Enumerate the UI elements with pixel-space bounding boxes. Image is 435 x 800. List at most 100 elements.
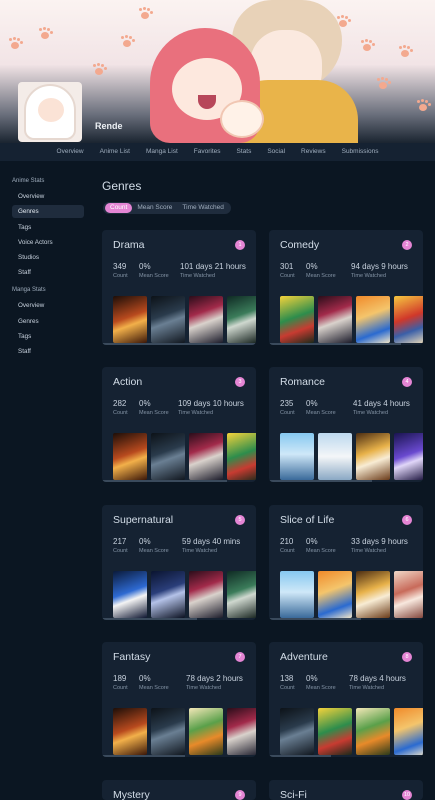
paw-icon (416, 100, 430, 112)
anime-cover[interactable] (189, 296, 223, 343)
anime-cover[interactable] (189, 433, 223, 480)
stats-sidebar: Anime Stats Overview Genres Tags Voice A… (12, 178, 84, 361)
anime-cover[interactable] (356, 708, 390, 755)
anime-cover[interactable] (318, 433, 352, 480)
nav-stats[interactable]: Stats (229, 143, 260, 161)
mean-score-value: 0% (306, 674, 318, 683)
count-label: Count (280, 273, 295, 279)
genre-card[interactable]: Romance 4 235 Count 0% Mean Score 41 days … (269, 367, 423, 482)
sort-mean-score-button[interactable]: Mean Score (132, 203, 177, 213)
paw-icon (398, 46, 412, 58)
genre-card[interactable]: Mystery 9 (102, 780, 256, 800)
sidebar-item-studios[interactable]: Studios (12, 251, 84, 264)
genre-card[interactable]: Comedy 2 301 Count 0% Mean Score 94 days 9… (269, 230, 423, 345)
nav-social[interactable]: Social (259, 143, 293, 161)
time-watched-label: Time Watched (353, 410, 389, 416)
nav-overview[interactable]: Overview (49, 143, 92, 161)
time-watched-label: Time Watched (182, 548, 218, 554)
paw-icon (92, 64, 106, 76)
rank-badge: 4 (402, 377, 412, 387)
sort-time-watched-button[interactable]: Time Watched (177, 203, 228, 213)
rank-badge: 1 (235, 240, 245, 250)
username[interactable]: Rende (95, 121, 123, 131)
mean-score-label: Mean Score (306, 685, 336, 691)
genre-card[interactable]: Slice of Life 6 210 Count 0% Mean Score 33… (269, 505, 423, 620)
genre-card[interactable]: Supernatural 5 217 Count 0% Mean Score 59 … (102, 505, 256, 620)
anime-cover[interactable] (189, 571, 223, 618)
anime-cover[interactable] (151, 433, 185, 480)
progress-bar (102, 755, 186, 757)
rank-badge: 10 (402, 790, 412, 800)
count-label: Count (113, 273, 128, 279)
time-watched-value: 78 days 4 hours (349, 674, 406, 683)
genre-name: Sci-Fi (280, 789, 307, 800)
genre-name: Adventure (280, 651, 328, 663)
anime-cover[interactable] (394, 571, 423, 618)
time-watched-value: 59 days 40 mins (182, 537, 241, 546)
anime-cover[interactable] (318, 296, 352, 343)
anime-cover[interactable] (356, 433, 390, 480)
genre-name: Slice of Life (280, 514, 335, 526)
anime-cover[interactable] (280, 708, 314, 755)
nav-favorites[interactable]: Favorites (186, 143, 229, 161)
rank-badge: 3 (235, 377, 245, 387)
anime-cover[interactable] (113, 433, 147, 480)
time-watched-value: 41 days 4 hours (353, 399, 410, 408)
anime-cover[interactable] (113, 708, 147, 755)
anime-cover[interactable] (394, 296, 423, 343)
count-label: Count (280, 410, 295, 416)
avatar[interactable] (18, 82, 82, 142)
anime-cover[interactable] (394, 433, 423, 480)
sidebar-item-anime-genres[interactable]: Genres (12, 205, 84, 219)
rank-badge: 7 (235, 652, 245, 662)
sidebar-item-anime-tags[interactable]: Tags (12, 221, 84, 234)
paw-icon (138, 8, 152, 20)
nav-manga-list[interactable]: Manga List (138, 143, 186, 161)
sidebar-item-anime-staff[interactable]: Staff (12, 266, 84, 279)
anime-cover[interactable] (227, 296, 256, 343)
anime-cover[interactable] (318, 571, 352, 618)
anime-cover[interactable] (113, 571, 147, 618)
anime-cover[interactable] (356, 571, 390, 618)
anime-cover[interactable] (151, 296, 185, 343)
count-value: 217 (113, 537, 127, 546)
count-value: 189 (113, 674, 127, 683)
sidebar-item-manga-genres[interactable]: Genres (12, 315, 84, 328)
genre-card[interactable]: Action 3 282 Count 0% Mean Score 109 days … (102, 367, 256, 482)
anime-cover[interactable] (280, 296, 314, 343)
time-watched-value: 94 days 9 hours (351, 262, 408, 271)
anime-cover[interactable] (280, 571, 314, 618)
profile-banner: Rende (0, 0, 435, 143)
time-watched-value: 109 days 10 hours (178, 399, 244, 408)
anime-cover[interactable] (227, 571, 256, 618)
sidebar-item-anime-overview[interactable]: Overview (12, 190, 84, 203)
nav-submissions[interactable]: Submissions (334, 143, 387, 161)
anime-cover[interactable] (227, 433, 256, 480)
anime-cover[interactable] (280, 433, 314, 480)
nav-reviews[interactable]: Reviews (293, 143, 334, 161)
genre-card[interactable]: Sci-Fi 10 (269, 780, 423, 800)
anime-cover[interactable] (189, 708, 223, 755)
anime-cover[interactable] (227, 708, 256, 755)
genre-card[interactable]: Adventure 8 138 Count 0% Mean Score 78 day… (269, 642, 423, 757)
sidebar-item-manga-overview[interactable]: Overview (12, 299, 84, 312)
sidebar-item-voice-actors[interactable]: Voice Actors (12, 236, 84, 249)
anime-cover[interactable] (394, 708, 423, 755)
genre-card[interactable]: Fantasy 7 189 Count 0% Mean Score 78 days … (102, 642, 256, 757)
time-watched-label: Time Watched (178, 410, 214, 416)
mean-score-label: Mean Score (306, 548, 336, 554)
mean-score-value: 0% (306, 262, 318, 271)
anime-cover[interactable] (318, 708, 352, 755)
mean-score-value: 0% (139, 537, 151, 546)
time-watched-value: 78 days 2 hours (186, 674, 243, 683)
anime-cover[interactable] (113, 296, 147, 343)
anime-cover[interactable] (151, 708, 185, 755)
sidebar-item-manga-tags[interactable]: Tags (12, 330, 84, 343)
anime-cover[interactable] (151, 571, 185, 618)
nav-anime-list[interactable]: Anime List (92, 143, 138, 161)
mean-score-value: 0% (139, 262, 151, 271)
genre-card[interactable]: Drama 1 349 Count 0% Mean Score 101 days 2… (102, 230, 256, 345)
sidebar-item-manga-staff[interactable]: Staff (12, 345, 84, 358)
sort-count-button[interactable]: Count (105, 203, 133, 213)
anime-cover[interactable] (356, 296, 390, 343)
